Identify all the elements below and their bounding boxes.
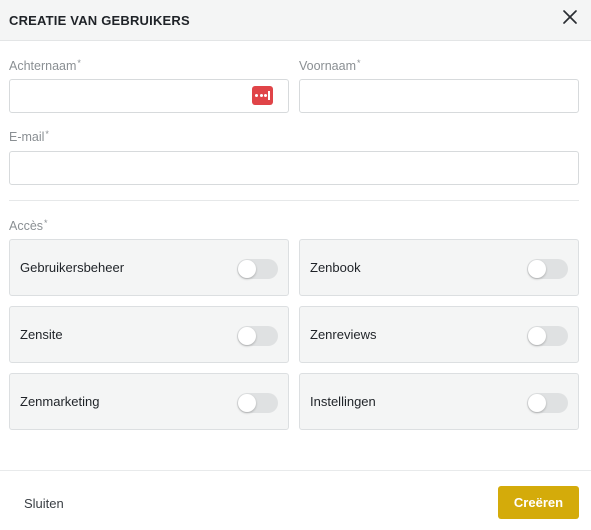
toggle-zenbook[interactable] <box>527 259 568 279</box>
lastname-input[interactable] <box>9 79 289 113</box>
create-button[interactable]: Creëren <box>498 486 579 519</box>
email-required-mark: * <box>45 129 49 139</box>
access-item-label: Zenbook <box>310 260 361 275</box>
email-input[interactable] <box>9 151 579 185</box>
toggle-zenreviews[interactable] <box>527 326 568 346</box>
section-divider <box>9 200 579 201</box>
dialog-header: CREATIE VAN GEBRUIKERS <box>0 0 591 41</box>
toggle-zenmarketing[interactable] <box>237 393 278 413</box>
user-creation-dialog: CREATIE VAN GEBRUIKERS Achternaam* Voorn… <box>0 0 591 530</box>
access-item-label: Zenmarketing <box>20 394 100 409</box>
toggle-knob <box>238 327 256 345</box>
footer-divider <box>0 470 591 471</box>
email-label-text: E-mail <box>9 130 45 144</box>
password-manager-icon[interactable] <box>252 86 273 105</box>
lastname-required-mark: * <box>77 58 81 68</box>
toggle-knob <box>238 260 256 278</box>
close-button[interactable]: Sluiten <box>24 496 64 511</box>
toggle-gebruikersbeheer[interactable] <box>237 259 278 279</box>
lastname-label-text: Achternaam <box>9 59 77 73</box>
close-icon[interactable] <box>561 8 579 26</box>
access-card-zenmarketing: Zenmarketing <box>9 373 289 430</box>
access-item-label: Gebruikersbeheer <box>20 260 125 275</box>
access-card-zenbook: Zenbook <box>299 239 579 296</box>
access-item-label: Instellingen <box>310 394 376 409</box>
toggle-knob <box>528 394 546 412</box>
firstname-required-mark: * <box>356 58 361 68</box>
email-label: E-mail* <box>9 129 49 144</box>
firstname-label-text: Voornaam <box>299 59 356 73</box>
access-card-gebruikersbeheer: Gebruikersbeheer <box>9 239 289 296</box>
access-card-instellingen: Instellingen <box>299 373 579 430</box>
access-label: Accès* <box>9 218 48 233</box>
toggle-zensite[interactable] <box>237 326 278 346</box>
firstname-input[interactable] <box>299 79 579 113</box>
lastname-label: Achternaam* <box>9 58 81 73</box>
access-item-label: Zensite <box>20 327 63 342</box>
toggle-knob <box>528 260 546 278</box>
toggle-knob <box>528 327 546 345</box>
dialog-title: CREATIE VAN GEBRUIKERS <box>9 13 190 28</box>
access-item-label: Zenreviews <box>310 327 377 342</box>
toggle-instellingen[interactable] <box>527 393 568 413</box>
access-card-zensite: Zensite <box>9 306 289 363</box>
firstname-label: Voornaam* <box>299 58 361 73</box>
access-label-text: Accès <box>9 219 44 233</box>
toggle-knob <box>238 394 256 412</box>
access-required-mark: * <box>44 218 48 228</box>
access-card-zenreviews: Zenreviews <box>299 306 579 363</box>
